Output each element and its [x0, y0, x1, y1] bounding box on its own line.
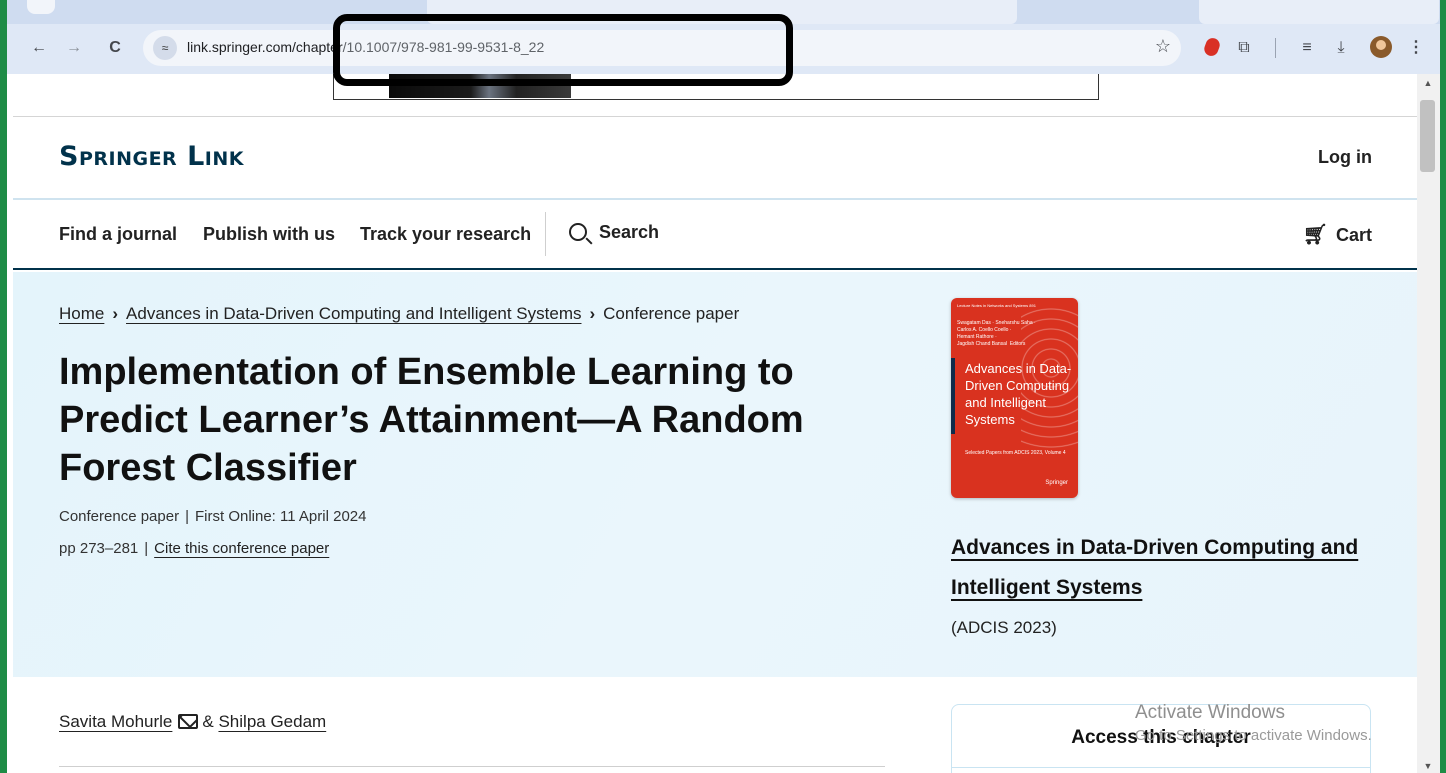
breadcrumb-book[interactable]: Advances in Data-Driven Computing and In…: [126, 304, 581, 323]
email-icon[interactable]: [178, 714, 199, 729]
meta-separator: |: [185, 508, 189, 525]
page-viewport: Springer Link Log in Find a journal Publ…: [13, 74, 1417, 773]
cart-label: Cart: [1335, 225, 1372, 245]
breadcrumb: Home › Advances in Data-Driven Computing a…: [59, 304, 739, 324]
book-cover[interactable]: Lecture Notes in Networks and Systems 89…: [951, 298, 1078, 498]
site-info-icon[interactable]: ≈: [153, 36, 177, 60]
toolbar-divider: [1275, 38, 1276, 58]
first-online-date: First Online: 11 April 2024: [195, 508, 367, 525]
site-header: Springer Link Log in: [13, 117, 1417, 200]
author-link[interactable]: Shilpa Gedam: [218, 712, 326, 731]
breadcrumb-home[interactable]: Home: [59, 304, 104, 323]
reading-list-icon[interactable]: ≡: [1295, 36, 1319, 60]
springer-link-logo[interactable]: Springer Link: [59, 141, 244, 172]
search-label: Search: [599, 222, 660, 242]
cover-series: Lecture Notes in Networks and Systems 89…: [957, 303, 1036, 308]
cite-link[interactable]: Cite this conference paper: [154, 540, 329, 557]
desktop-edge-left: [0, 0, 7, 773]
access-divider: [952, 767, 1370, 768]
article-pages-row: pp 273–281 | Cite this conference paper: [59, 540, 329, 557]
menu-kebab-icon[interactable]: ⋮: [1404, 36, 1428, 60]
book-title: Advances in Data-Driven Computing and In…: [951, 536, 1359, 599]
reload-icon[interactable]: C: [103, 36, 127, 60]
scrollbar-thumb[interactable]: [1420, 100, 1435, 172]
desktop-edge-right: [1440, 0, 1446, 773]
article-title: Implementation of Ensemble Learning to P…: [59, 351, 804, 489]
cart-button[interactable]: 🛒︎ Cart: [1303, 222, 1372, 247]
article-type: Conference paper: [59, 508, 180, 525]
extension-icon[interactable]: [1202, 36, 1222, 58]
conference-acronym: (ADCIS 2023): [951, 618, 1057, 637]
back-icon[interactable]: ←: [27, 36, 51, 60]
main-nav: Find a journal Publish with us Track you…: [13, 200, 1417, 270]
author-joiner: &: [202, 712, 214, 731]
breadcrumb-current: Conference paper: [603, 304, 740, 323]
bookmark-star-icon[interactable]: ☆: [1155, 36, 1171, 57]
search-icon: [569, 223, 587, 241]
nav-find-journal[interactable]: Find a journal: [59, 224, 177, 245]
nav-track-research[interactable]: Track your research: [360, 224, 531, 245]
page-scrollbar[interactable]: ▲ ▼: [1417, 74, 1440, 773]
windows-activation-watermark: Activate Windows: [1135, 702, 1285, 723]
cover-publisher: Springer: [1045, 480, 1068, 486]
article-meta: Conference paper | First Online: 11 April …: [59, 508, 366, 525]
windows-activation-hint: Go to Settings to activate Windows.: [1135, 727, 1372, 744]
cover-editors: Swagatam Das · Sneharshu Saha · Carlos A…: [957, 320, 1036, 347]
author-link[interactable]: Savita Mohurle: [59, 712, 172, 731]
browser-tab[interactable]: [1199, 0, 1439, 24]
forward-icon[interactable]: →: [62, 36, 86, 60]
tab-search-button[interactable]: [27, 0, 55, 14]
chevron-right-icon: ›: [589, 304, 596, 323]
login-link[interactable]: Log in: [1318, 147, 1372, 168]
scroll-up-icon[interactable]: ▲: [1422, 78, 1434, 88]
search-button[interactable]: Search: [569, 222, 659, 243]
page-range: pp 273–281: [59, 540, 139, 557]
section-divider: [59, 766, 885, 767]
extensions-puzzle-icon[interactable]: ⧉: [1232, 36, 1256, 60]
cover-accent-bar: [951, 358, 955, 434]
chevron-right-icon: ›: [112, 304, 119, 323]
profile-avatar[interactable]: [1370, 36, 1392, 58]
cover-title: Advances in Data-Driven Computing and In…: [965, 361, 1072, 427]
author-list: Savita Mohurle & Shilpa Gedam: [59, 712, 326, 732]
scroll-down-icon[interactable]: ▼: [1422, 761, 1434, 771]
screen: ← → C ≈ link.springer.com/chapter/10.100…: [0, 0, 1446, 773]
download-icon[interactable]: ⤓: [1329, 36, 1353, 60]
book-title-link[interactable]: Advances in Data-Driven Computing and In…: [951, 528, 1371, 608]
cart-icon: 🛒︎: [1302, 224, 1328, 246]
nav-publish-with-us[interactable]: Publish with us: [203, 224, 335, 245]
nav-divider: [545, 212, 546, 256]
cover-subtitle: Selected Papers from ADCIS 2023, Volume …: [965, 450, 1066, 456]
annotation-highlight-box: [333, 14, 793, 86]
article-hero: Home › Advances in Data-Driven Computing a…: [13, 272, 1417, 677]
meta-separator: |: [144, 540, 149, 557]
url-host: link.springer.com/chapter: [187, 39, 343, 55]
